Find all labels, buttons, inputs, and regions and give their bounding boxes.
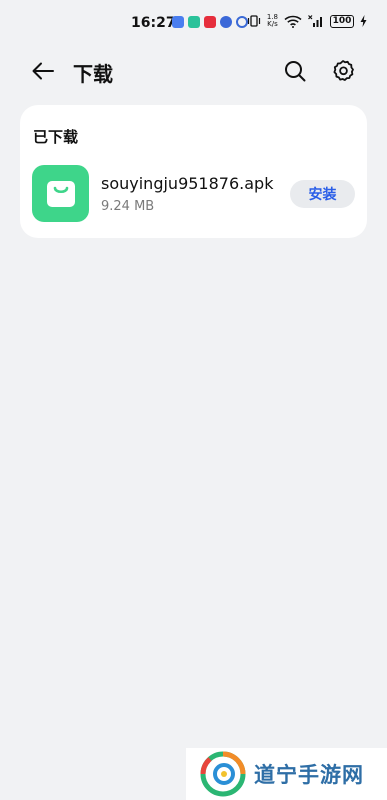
status-indicators: 1.8 K/s 100 [247, 14, 367, 28]
app-notification-icon [204, 16, 216, 28]
network-speed-unit: K/s [267, 20, 278, 28]
shopping-bag-icon [46, 180, 75, 207]
site-logo-icon [200, 751, 246, 797]
settings-button[interactable] [326, 54, 360, 88]
vibrate-icon [247, 15, 260, 27]
file-name: souyingju951876.apk [101, 174, 274, 193]
page-title: 下载 [73, 62, 113, 86]
app-notification-icon [220, 16, 232, 28]
install-button[interactable]: 安装 [290, 180, 355, 208]
back-button[interactable] [26, 54, 60, 88]
status-bar: 16:27 1.8 K/s 100 [0, 0, 387, 44]
wifi-icon [284, 15, 302, 28]
network-speed: 1.8 K/s [267, 14, 278, 28]
arrow-left-icon [32, 62, 54, 80]
apk-icon [32, 165, 89, 222]
download-item[interactable]: souyingju951876.apk 9.24 MB 安装 [20, 165, 367, 223]
status-time: 16:27 [131, 15, 176, 31]
notification-icons [172, 16, 248, 28]
charging-icon [360, 15, 367, 27]
app-notification-icon [172, 16, 184, 28]
watermark-text: 道宁手游网 [254, 763, 364, 787]
file-size: 9.24 MB [101, 199, 155, 214]
search-button[interactable] [278, 54, 312, 88]
watermark: 道宁手游网 [186, 748, 387, 800]
battery-indicator: 100 [330, 14, 354, 28]
search-icon [285, 61, 306, 82]
app-notification-icon [188, 16, 200, 28]
gear-icon [333, 60, 354, 81]
app-header: 下载 [0, 44, 387, 96]
no-signal-icon [308, 15, 322, 27]
downloaded-card: 已下载 souyingju951876.apk 9.24 MB 安装 [20, 105, 367, 238]
section-title: 已下载 [33, 128, 79, 146]
